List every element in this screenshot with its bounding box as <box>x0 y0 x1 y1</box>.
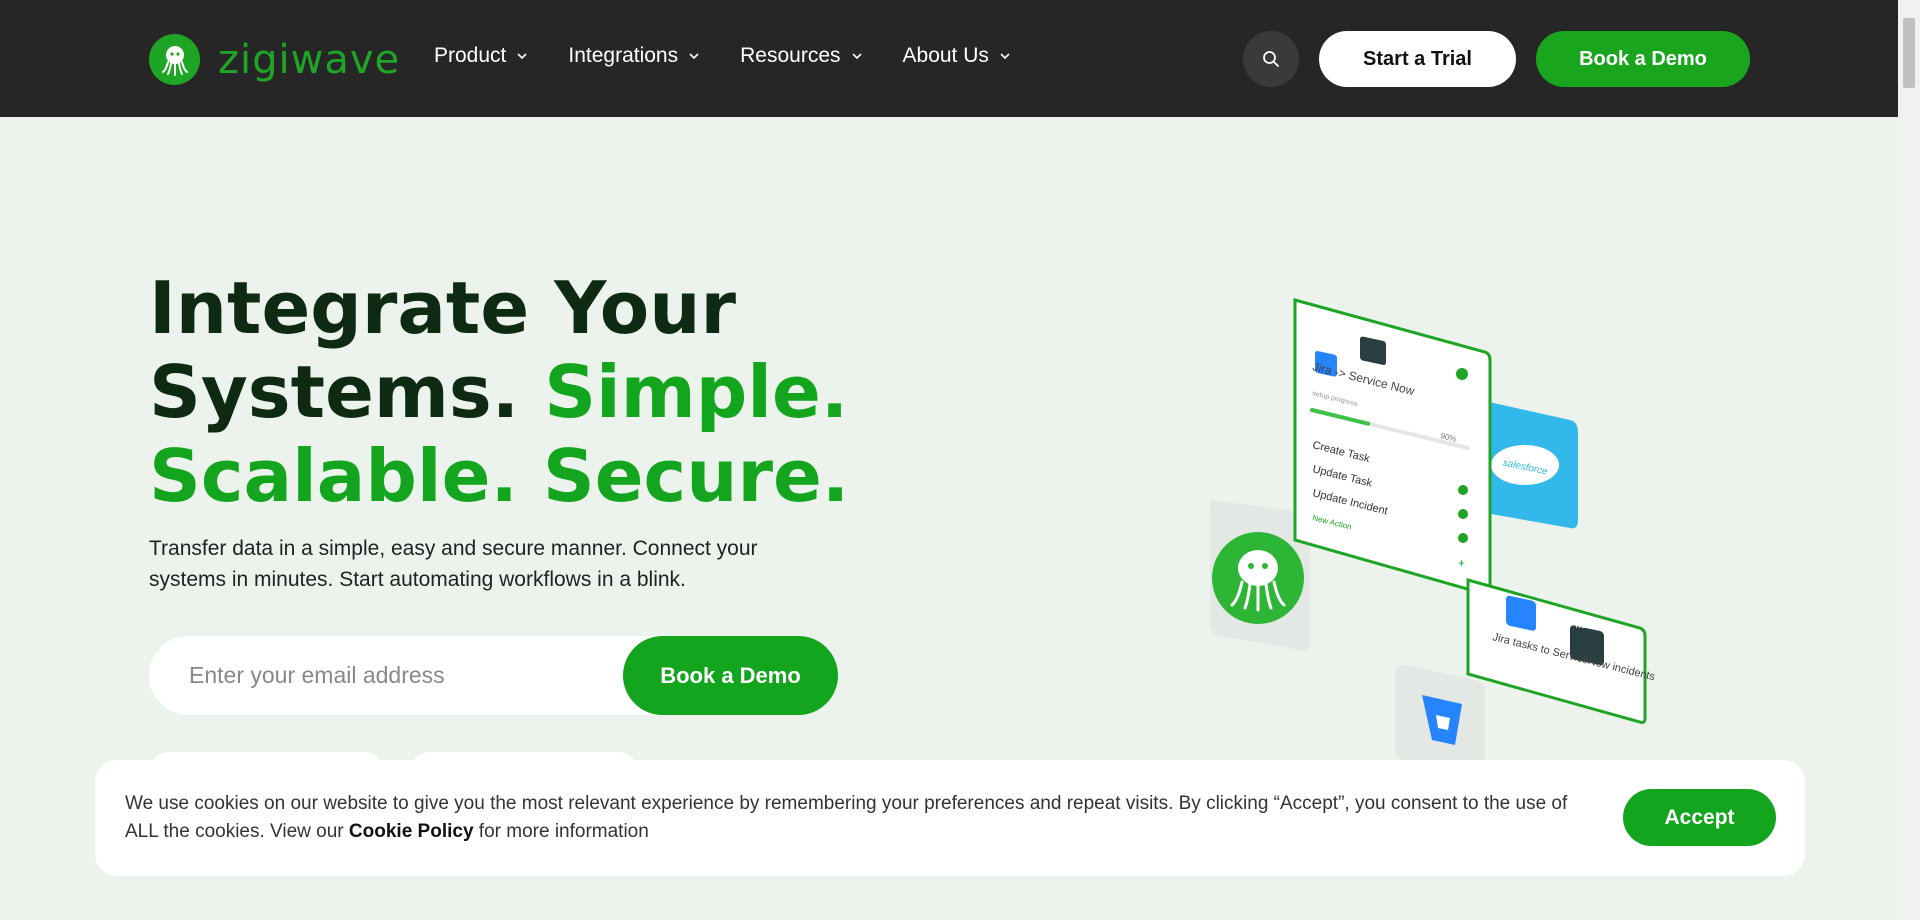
nav-label: About Us <box>902 44 989 67</box>
toggle-icon <box>1458 509 1468 519</box>
toggle-icon <box>1458 533 1468 543</box>
accept-cookies-button[interactable]: Accept <box>1623 789 1776 846</box>
jira-servicenow-card: Jira -> Service Now setup progress 90% C… <box>1293 298 1492 596</box>
hero-subtext: Transfer data in a simple, easy and secu… <box>149 537 758 591</box>
salesforce-card: salesforce <box>1480 400 1578 529</box>
octopus-logo-icon <box>149 34 200 85</box>
cookie-text-before: We use cookies on our website to give yo… <box>125 793 1568 842</box>
book-demo-button[interactable]: Book a Demo <box>1536 31 1750 87</box>
add-icon: + <box>1458 556 1465 570</box>
start-trial-button[interactable]: Start a Trial <box>1319 31 1516 87</box>
hero-headline: Integrate Your Systems. Simple. Scalable… <box>149 266 849 518</box>
toggle-icon <box>1458 485 1468 495</box>
nav-label: Resources <box>740 44 841 67</box>
toggle-icon <box>1456 368 1468 380</box>
search-icon <box>1263 51 1279 67</box>
scrollbar[interactable] <box>1898 0 1920 920</box>
chevron-down-icon <box>1000 53 1010 60</box>
email-form: Book a Demo <box>149 636 838 715</box>
nav-product[interactable]: Product <box>434 44 528 68</box>
nav-integrations[interactable]: Integrations <box>568 44 700 68</box>
cookie-banner: We use cookies on our website to give yo… <box>95 760 1805 876</box>
cookie-text-after: for more information <box>473 821 649 842</box>
headline-line-2b: Simple. <box>544 350 849 434</box>
nav-label: Integrations <box>568 44 679 67</box>
chevron-down-icon <box>689 53 699 60</box>
headline-line-2a: Systems. <box>149 350 545 434</box>
chevron-down-icon <box>851 53 862 60</box>
jira-tasks-card: now Jira tasks to ServiceNow incidents <box>1466 578 1657 724</box>
cookie-policy-link[interactable]: Cookie Policy <box>349 821 474 842</box>
headline-line-3: Scalable. Secure. <box>149 434 850 518</box>
now-label: now <box>1576 620 1593 630</box>
zigiwave-logo[interactable]: zigiwave <box>149 34 400 85</box>
cookie-text: We use cookies on our website to give yo… <box>125 790 1585 846</box>
nav-label: Product <box>434 44 507 67</box>
search-button[interactable] <box>1243 31 1299 87</box>
integration-illustration: salesforce Jira -> Service Now setup pro… <box>1210 298 1657 760</box>
nav-resources[interactable]: Resources <box>740 44 862 68</box>
scrollbar-thumb[interactable] <box>1903 18 1915 88</box>
bitbucket-tile <box>1395 665 1485 760</box>
nav-about-us[interactable]: About Us <box>903 44 1011 68</box>
email-input[interactable] <box>189 636 609 715</box>
jira-icon <box>1506 595 1536 631</box>
form-book-demo-button[interactable]: Book a Demo <box>623 636 838 715</box>
chevron-down-icon <box>517 53 527 60</box>
logo-text: zigiwave <box>218 36 401 83</box>
main-nav: Product Integrations Resources About Us <box>434 44 1051 68</box>
headline-line-1: Integrate Your <box>149 266 737 350</box>
site-header: zigiwave Product Integrations Resources … <box>0 0 1898 117</box>
